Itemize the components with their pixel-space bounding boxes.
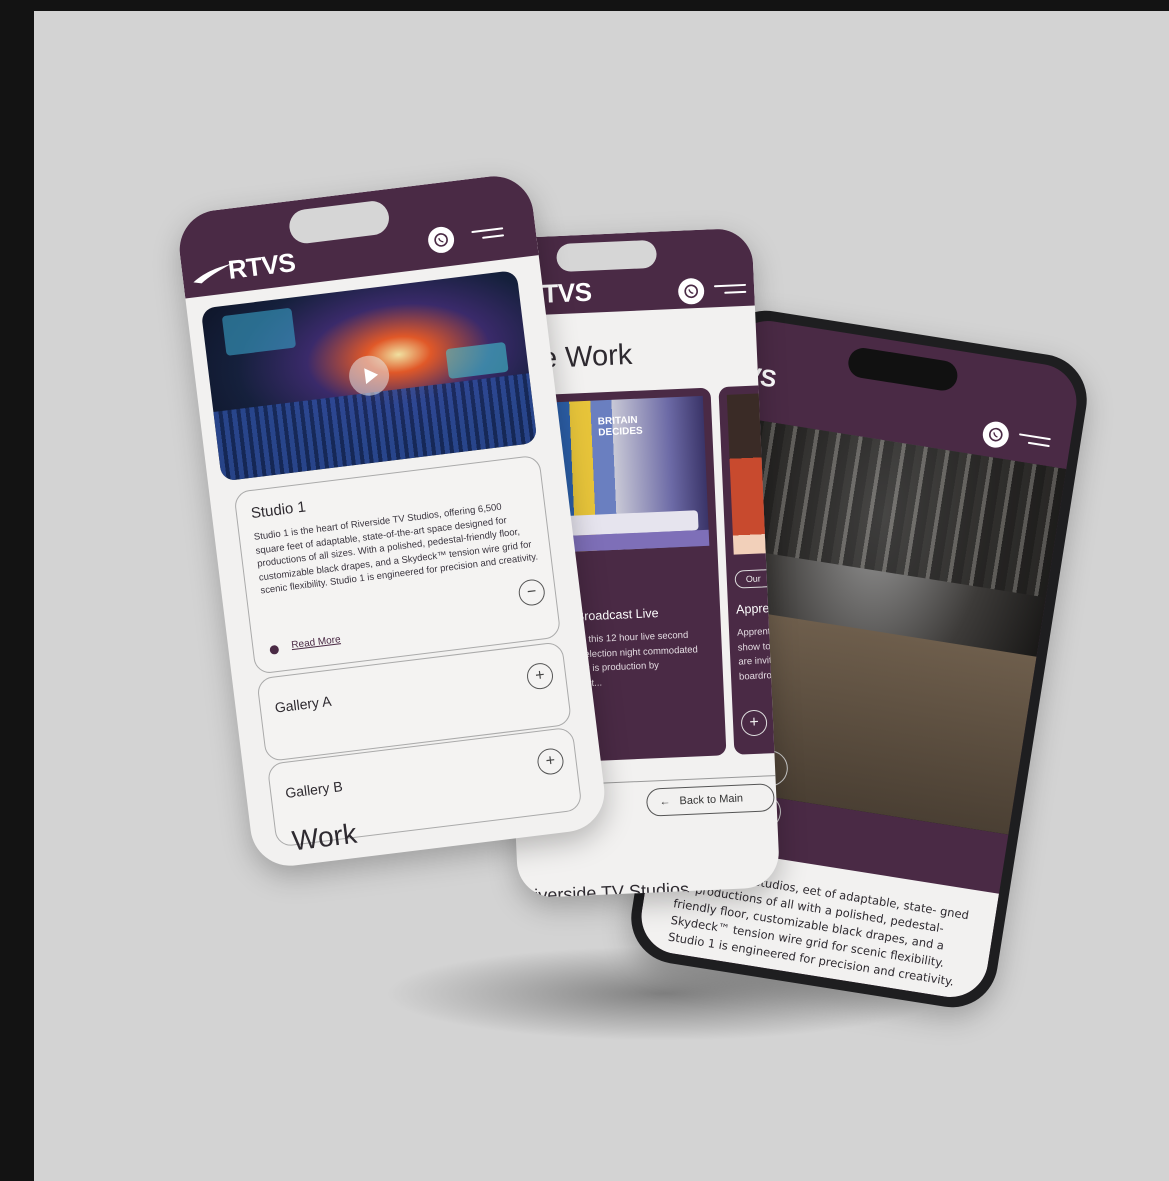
- arrow-left-icon: ←: [659, 795, 671, 809]
- studio-card: Studio 1 Studio 1 is the heart of Rivers…: [233, 454, 562, 675]
- section-heading: e Work: [540, 338, 633, 375]
- expand-button[interactable]: +: [525, 661, 555, 691]
- menu-icon[interactable]: [713, 282, 747, 299]
- play-icon[interactable]: [346, 353, 392, 398]
- showcase-background: TVS ans⤓ our◉ Riverside TV Studios, eet …: [34, 11, 1169, 1181]
- whatsapp-icon[interactable]: [980, 419, 1011, 450]
- menu-icon[interactable]: [1017, 431, 1051, 452]
- gallery-label: Gallery B: [284, 778, 344, 801]
- work-heading: Work: [290, 817, 359, 857]
- card-title: Appre: [735, 601, 770, 617]
- read-more-link[interactable]: Read More: [291, 634, 341, 651]
- dynamic-island: [846, 345, 960, 393]
- studio-video[interactable]: [200, 269, 538, 482]
- expand-button[interactable]: +: [740, 709, 768, 737]
- bullet-dot: [269, 644, 280, 655]
- notch: [556, 239, 658, 273]
- expand-button[interactable]: +: [536, 746, 565, 776]
- back-to-main-button[interactable]: ← Back to Main: [645, 783, 775, 817]
- studio-title: Studio 1: [250, 498, 307, 523]
- collapse-button[interactable]: −: [517, 578, 547, 607]
- gallery-label: Gallery A: [273, 692, 333, 716]
- britain-decides-logo: BRITAIN DECIDES: [597, 414, 643, 439]
